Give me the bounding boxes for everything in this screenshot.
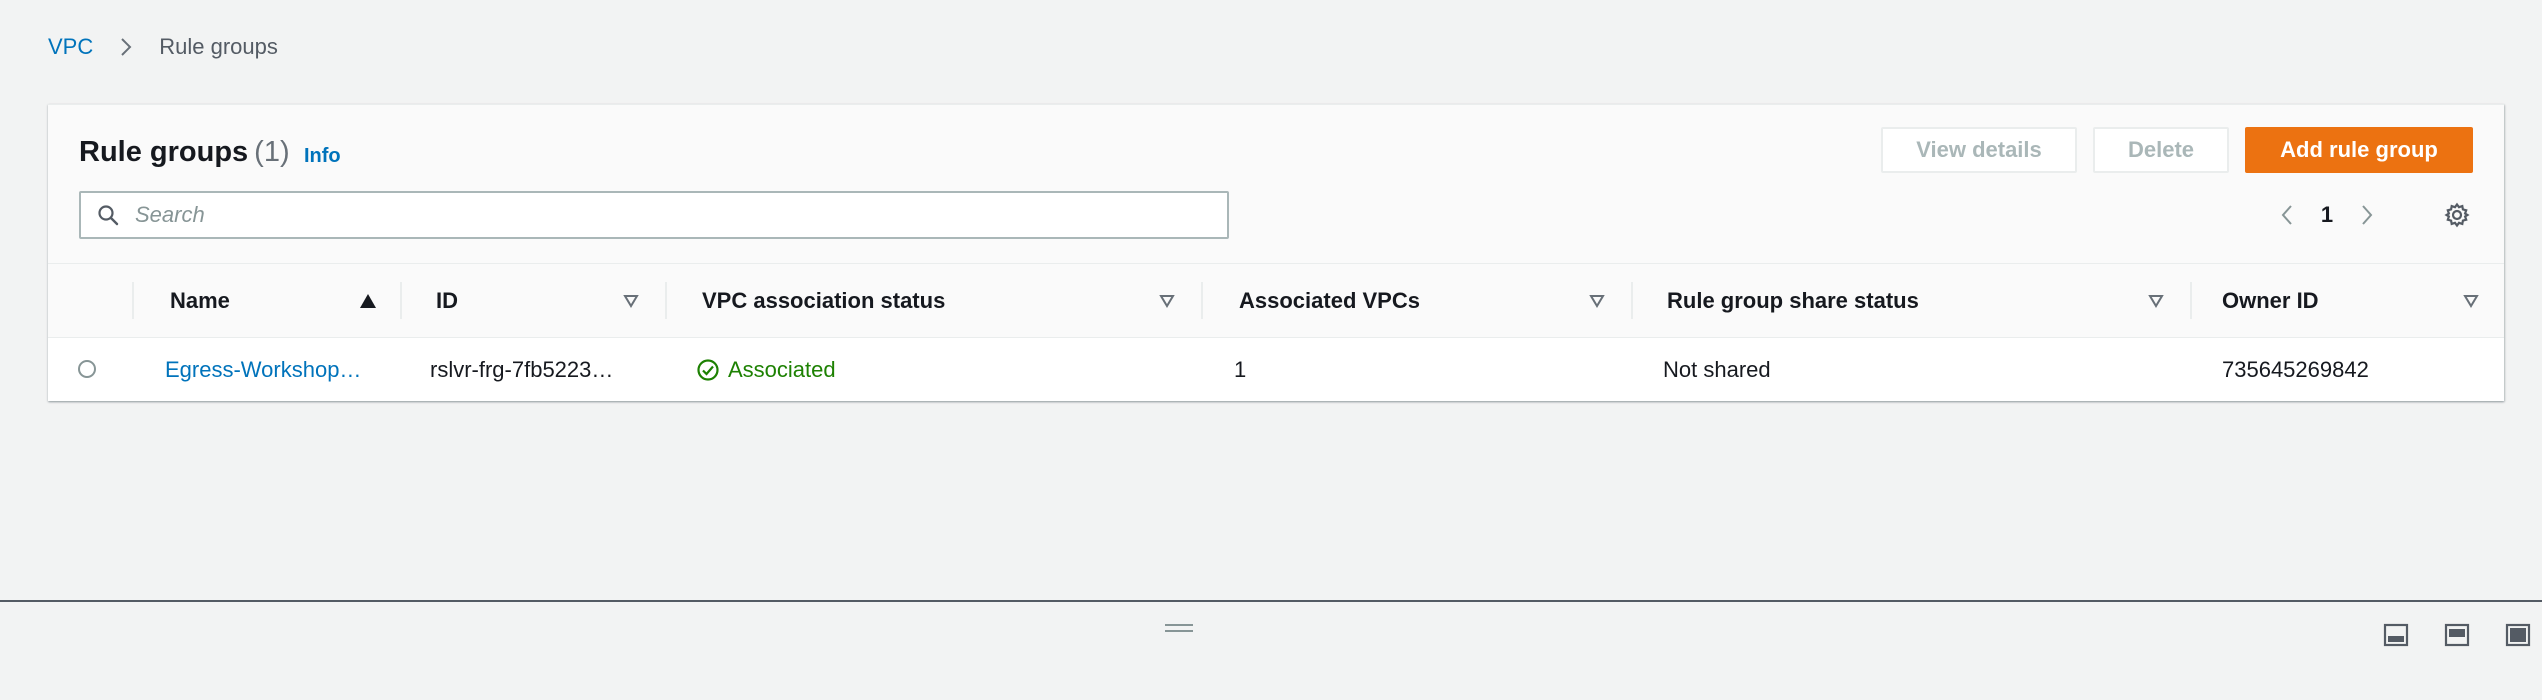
column-header-vpc-association-status[interactable]: VPC association status xyxy=(667,264,1203,337)
page-number[interactable]: 1 xyxy=(2304,202,2350,228)
split-panel xyxy=(0,602,2542,700)
sort-icon[interactable] xyxy=(1588,292,1606,310)
check-circle-icon xyxy=(696,358,720,382)
title-text: Rule groups xyxy=(79,136,249,168)
chevron-right-icon[interactable] xyxy=(2350,198,2384,232)
search-icon xyxy=(95,202,121,228)
page-title: Rule groups (1) xyxy=(79,136,290,169)
panel-side-icon[interactable] xyxy=(2442,620,2472,650)
cell-id: rslvr-frg-7fb5223… xyxy=(430,356,614,382)
page: VPC Rule groups Rule groups (1) Info View… xyxy=(0,0,2542,700)
row-select-radio[interactable] xyxy=(78,360,96,378)
chevron-left-icon[interactable] xyxy=(2270,198,2304,232)
breadcrumb-vpc-link[interactable]: VPC xyxy=(48,34,93,60)
add-rule-group-button[interactable]: Add rule group xyxy=(2245,127,2473,173)
column-header-share-status[interactable]: Rule group share status xyxy=(1633,264,2192,337)
column-header-label: Owner ID xyxy=(2222,287,2319,313)
select-column-header xyxy=(48,264,134,337)
sort-icon[interactable] xyxy=(2462,292,2480,310)
view-details-button[interactable]: View details xyxy=(1881,127,2077,173)
column-header-name[interactable]: Name xyxy=(134,264,402,337)
column-header-associated-vpcs[interactable]: Associated VPCs xyxy=(1203,264,1633,337)
title-count: (1) xyxy=(254,136,290,168)
breadcrumb: VPC Rule groups xyxy=(48,34,278,60)
breadcrumb-current: Rule groups xyxy=(159,34,278,59)
search-input[interactable] xyxy=(133,201,1197,229)
panel-bottom-icon[interactable] xyxy=(2381,620,2411,650)
chevron-right-icon xyxy=(115,36,137,58)
gear-icon[interactable] xyxy=(2440,198,2474,232)
column-header-label: Rule group share status xyxy=(1667,287,1919,313)
column-header-label: Associated VPCs xyxy=(1239,287,1420,313)
cell-vpc-association-status: Associated xyxy=(696,338,836,401)
resize-handle-icon[interactable] xyxy=(1165,624,1193,636)
cell-associated-vpcs: 1 xyxy=(1234,356,1247,382)
cell-name: Egress-Workshop… xyxy=(165,338,361,401)
status-indicator: Associated xyxy=(696,357,836,383)
pagination: 1 xyxy=(2270,198,2384,232)
column-header-label: VPC association status xyxy=(702,287,946,313)
sort-icon[interactable] xyxy=(1158,292,1176,310)
table-column-headers: Name ID VPC association status Associate… xyxy=(48,264,2504,338)
search-field xyxy=(79,191,1229,239)
column-header-label: Name xyxy=(170,287,230,313)
table-row[interactable]: Egress-Workshop… rslvr-frg-7fb5223… Asso… xyxy=(48,338,2504,401)
column-header-owner-id[interactable]: Owner ID xyxy=(2192,264,2504,337)
rule-group-name-link[interactable]: Egress-Workshop… xyxy=(165,357,361,383)
sort-icon[interactable] xyxy=(2147,292,2165,310)
column-header-label: ID xyxy=(436,287,458,313)
table-header: Rule groups (1) Info View details Delete … xyxy=(48,105,2504,264)
panel-full-icon[interactable] xyxy=(2503,620,2533,650)
cell-share-status: Not shared xyxy=(1663,356,1771,382)
status-text: Associated xyxy=(728,356,836,382)
cell-owner-id: 735645269842 xyxy=(2222,356,2369,382)
delete-button[interactable]: Delete xyxy=(2093,127,2229,173)
rule-groups-table-container: Rule groups (1) Info View details Delete … xyxy=(48,104,2504,401)
sort-icon[interactable] xyxy=(622,292,640,310)
sort-ascending-icon[interactable] xyxy=(359,292,377,310)
column-header-id[interactable]: ID xyxy=(402,264,667,337)
info-link[interactable]: Info xyxy=(304,145,341,168)
